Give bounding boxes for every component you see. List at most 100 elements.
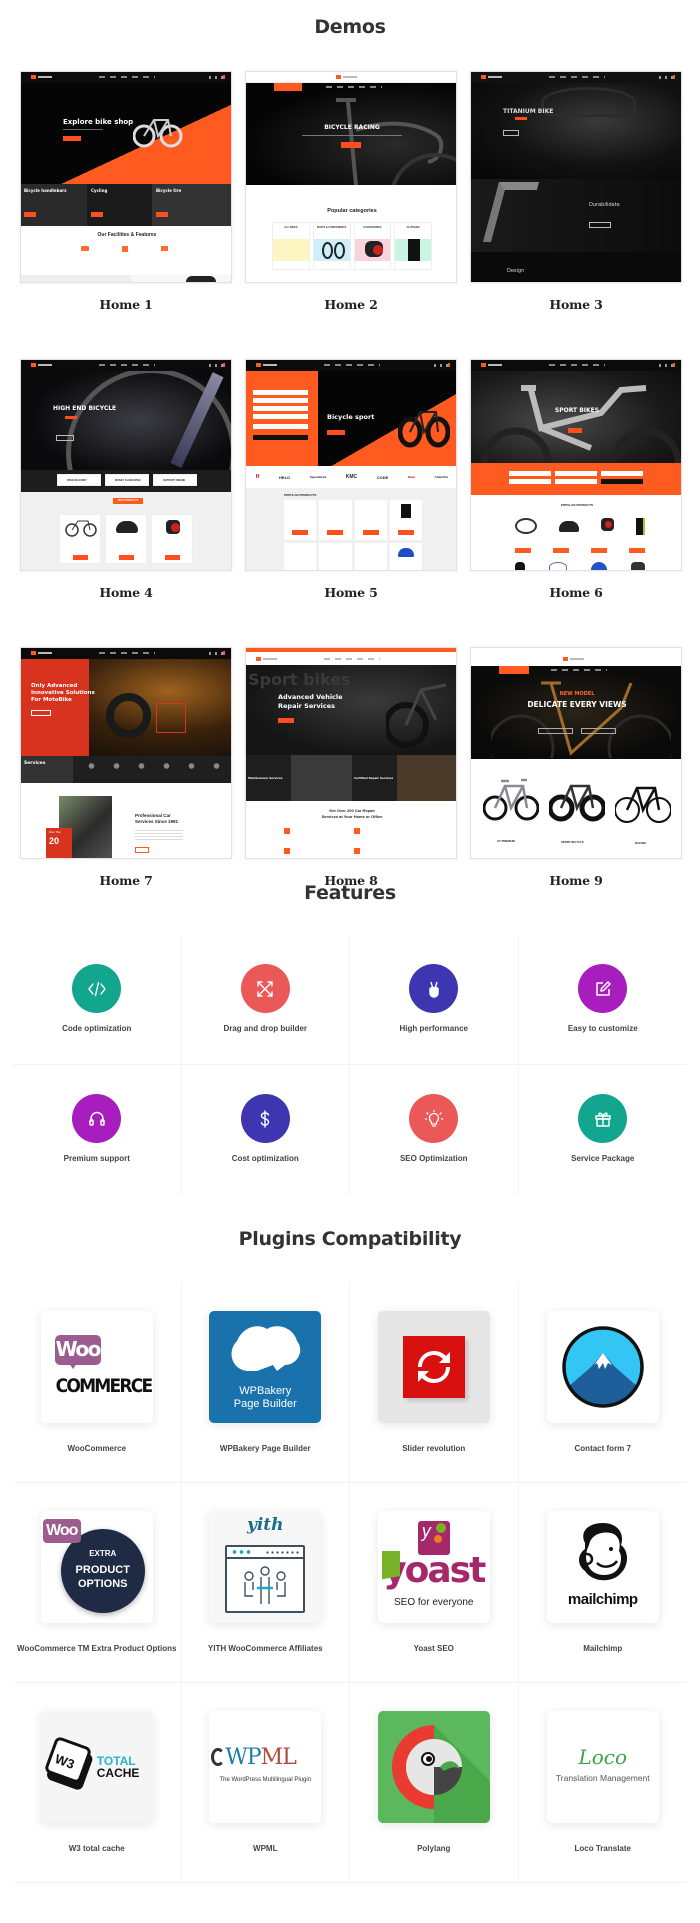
bicycle-icon: [615, 786, 671, 823]
polylang-logo[interactable]: [377, 1711, 490, 1823]
plugin-item: Polylang: [350, 1683, 519, 1883]
demo-item[interactable]: NEW MODEL DELICATE EVERY VIEWS GT PREMIU…: [470, 647, 682, 888]
plugin-label: WPML: [253, 1844, 278, 1853]
plugin-label: WooCommerce TM Extra Product Options: [17, 1644, 177, 1653]
bicycle-icon: [491, 681, 671, 758]
plugin-item: WPBakery Page Builder WPBakery Page Buil…: [181, 1283, 350, 1483]
demo-label[interactable]: Home 2: [324, 297, 377, 312]
demo-item[interactable]: TITANIUM BIKE Durabilidate Design Home 3: [470, 71, 682, 312]
arrows-expand-icon: [240, 964, 290, 1013]
plugin-label: WooCommerce: [67, 1444, 127, 1453]
demo-thumbnail-home-1[interactable]: Explore bike shop Bicycle handlebars Cyc…: [20, 71, 232, 283]
feature-label: SEO Optimization: [399, 1154, 468, 1163]
headphones-icon: [72, 1094, 122, 1143]
plugin-item: WPML The WordPress Multilingual Plugin W…: [181, 1683, 350, 1883]
bicycle-icon: [398, 411, 450, 448]
feature-item: Drag and drop builder: [181, 935, 350, 1065]
feature-label: High performance: [399, 1024, 468, 1033]
demo-item[interactable]: Sport bikes Advanced Vehicle Repair Serv…: [245, 647, 457, 888]
feature-label: Code optimization: [62, 1024, 132, 1033]
gift-icon: [578, 1094, 628, 1143]
demo-item[interactable]: HIGH END BICYCLE FREE DELIVERY MONEY GUA…: [20, 359, 232, 600]
mailchimp-logo[interactable]: mailchimp: [546, 1511, 659, 1623]
demo-thumbnail-home-8[interactable]: Sport bikes Advanced Vehicle Repair Serv…: [245, 647, 457, 859]
demo-label[interactable]: Home 4: [99, 585, 152, 600]
w3-total-cache-logo[interactable]: W3 TOTAL CACHE: [40, 1711, 153, 1823]
demo-item[interactable]: Bicycle sport H HELO Specialized KMC CODE Rac…: [245, 359, 457, 600]
demo-thumbnail-home-2[interactable]: BICYCLE RACING Popular categories ALL BI…: [245, 71, 457, 283]
feature-item: Cost optimization: [182, 1065, 350, 1195]
edit-icon: [578, 964, 628, 1013]
plugins-title: Plugins Compatibility: [238, 1228, 462, 1250]
plugin-item: EXTRA PRODUCT OPTIONS Woo WooCommerce TM…: [13, 1483, 182, 1683]
feature-label: Drag and drop builder: [223, 1024, 308, 1033]
bicycle-icon: [549, 784, 605, 822]
demo-thumbnail-home-6[interactable]: SPORT BIKES POPULAR PRODUCTS: [470, 359, 682, 571]
plugin-label: Loco Translate: [574, 1844, 631, 1853]
chef-hat-icon: [231, 1326, 301, 1371]
loco-translate-logo[interactable]: Loco Translation Management: [546, 1711, 659, 1823]
features-grid: Code optimization Drag and drop builder …: [13, 935, 687, 1195]
plugin-item: Contact form 7: [518, 1283, 687, 1483]
demos-title: Demos: [314, 16, 386, 38]
meeting-people-icon: [244, 1566, 286, 1604]
plugin-label: Mailchimp: [583, 1644, 623, 1653]
feature-item: Code optimization: [13, 935, 182, 1065]
demo-label[interactable]: Home 5: [324, 585, 377, 600]
dollar-icon: [240, 1094, 290, 1143]
plugin-label: Slider revolution: [402, 1444, 466, 1453]
demos-section: Demos Explore bike shop Bicycle handleba…: [0, 0, 700, 888]
demo-thumbnail-home-5[interactable]: Bicycle sport H HELO Specialized KMC CODE Rac…: [245, 359, 457, 571]
woocommerce-logo[interactable]: Woo COMMERCE: [40, 1311, 153, 1423]
refresh-icon: [417, 1351, 450, 1383]
demo-item[interactable]: SPORT BIKES POPULAR PRODUCTS Home 6: [470, 359, 682, 600]
demo-thumbnail-home-7[interactable]: Only Advanced Innovative Solutions For M…: [20, 647, 232, 859]
yoast-seo-logo[interactable]: y yoast SEO for everyone: [377, 1511, 490, 1623]
demo-label[interactable]: Home 1: [99, 297, 152, 312]
feature-label: Service Package: [571, 1154, 635, 1163]
wpml-logo[interactable]: WPML The WordPress Multilingual Plugin: [209, 1711, 322, 1823]
demo-hero-text: Explore bike shop: [63, 118, 134, 126]
feature-label: Premium support: [63, 1154, 130, 1163]
plugin-item: Loco Translation Management Loco Transla…: [518, 1683, 687, 1883]
plugin-item: Slider revolution: [350, 1283, 519, 1483]
contact-form-7-logo[interactable]: [546, 1311, 659, 1423]
parrot-icon: [391, 1725, 490, 1823]
demo-item[interactable]: Explore bike shop Bicycle handlebars Cyc…: [20, 71, 232, 312]
plugin-item: mailchimp Mailchimp: [518, 1483, 687, 1683]
demo-grid: Explore bike shop Bicycle handlebars Cyc…: [20, 71, 682, 888]
plugin-label: Yoast SEO: [413, 1644, 454, 1653]
feature-item: Easy to customize: [518, 935, 687, 1065]
bicycle-icon: [483, 778, 539, 821]
mountain-icon: [562, 1326, 644, 1408]
demo-thumbnail-home-9[interactable]: NEW MODEL DELICATE EVERY VIEWS GT PREMIU…: [470, 647, 682, 859]
feature-item: SEO Optimization: [350, 1065, 519, 1195]
features-section: Features Code optimization Drag and drop…: [0, 860, 700, 1210]
plugin-label: Polylang: [417, 1844, 451, 1853]
demo-label[interactable]: Home 6: [549, 585, 602, 600]
demo-item[interactable]: Only Advanced Innovative Solutions For M…: [20, 647, 232, 888]
bicycle-icon: [386, 683, 447, 748]
feature-label: Easy to customize: [567, 1024, 638, 1033]
bicycle-icon: [336, 98, 456, 185]
demo-thumbnail-home-4[interactable]: HIGH END BICYCLE FREE DELIVERY MONEY GUA…: [20, 359, 232, 571]
wpbakery-logo[interactable]: WPBakery Page Builder: [209, 1311, 322, 1423]
slider-revolution-logo[interactable]: [377, 1311, 490, 1423]
plugin-item: Woo COMMERCE WooCommerce: [13, 1283, 182, 1483]
code-icon: [72, 964, 122, 1013]
plugins-grid: Woo COMMERCE WooCommerce WPBakery Page B…: [13, 1283, 687, 1883]
tm-extra-product-options-logo[interactable]: EXTRA PRODUCT OPTIONS Woo: [40, 1511, 153, 1623]
feature-item: High performance: [350, 935, 519, 1065]
demo-thumbnail-home-3[interactable]: TITANIUM BIKE Durabilidate Design: [470, 71, 682, 283]
yith-affiliates-logo[interactable]: yith: [209, 1511, 322, 1623]
bicycle-icon: [481, 385, 681, 468]
plugin-item: W3 TOTAL CACHE W3 total cache: [13, 1683, 182, 1883]
lightbulb-icon: [409, 1094, 459, 1143]
plugin-label: WPBakery Page Builder: [219, 1444, 311, 1453]
feature-item: Premium support: [13, 1065, 182, 1195]
demo-item[interactable]: BICYCLE RACING Popular categories ALL BI…: [245, 71, 457, 312]
plugins-section: Plugins Compatibility Woo COMMERCE WooCo…: [0, 1210, 700, 1923]
plugin-label: W3 total cache: [68, 1844, 125, 1853]
demo-label[interactable]: Home 3: [549, 297, 602, 312]
chimp-icon: [578, 1523, 627, 1581]
